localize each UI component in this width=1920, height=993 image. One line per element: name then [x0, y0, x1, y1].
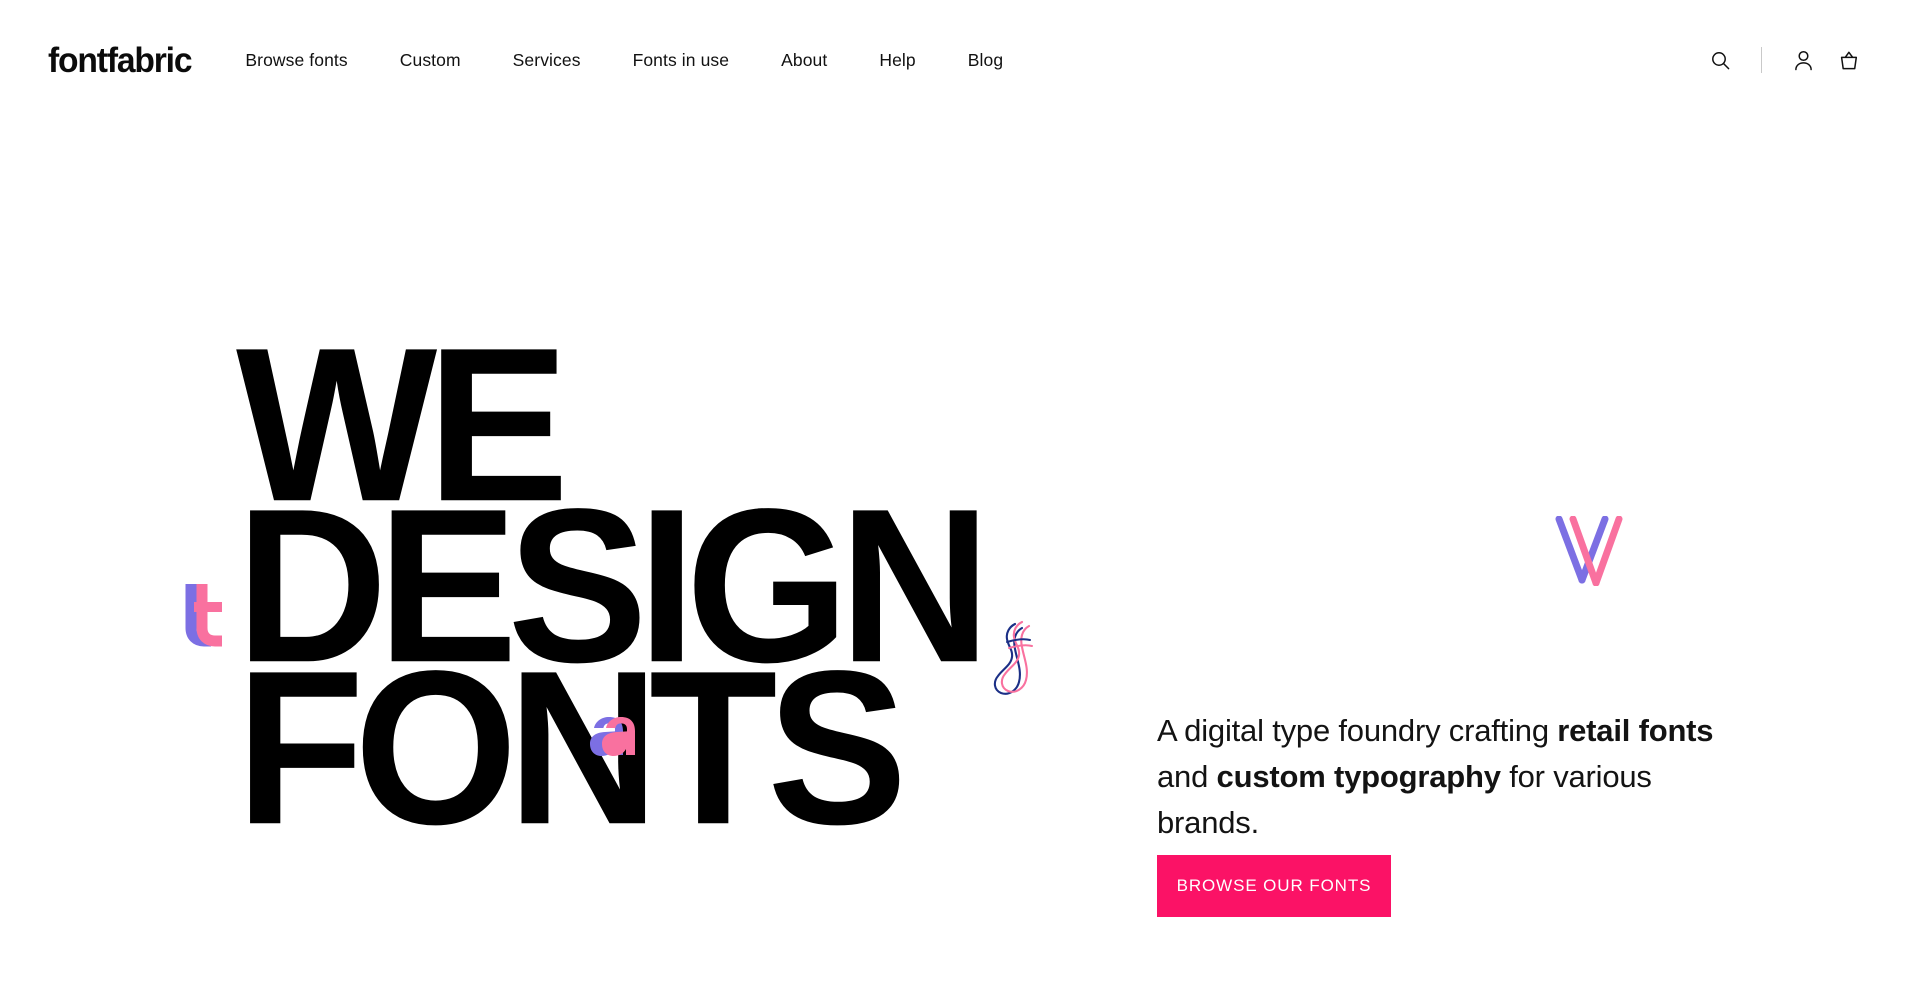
primary-navigation: Browse fonts Custom Services Fonts in us… [245, 50, 1003, 71]
lede-part-2: and [1157, 758, 1217, 794]
headline-line-3: FONTS [236, 624, 907, 870]
lede-part-1: A digital type foundry crafting [1157, 713, 1558, 748]
nav-item-blog[interactable]: Blog [968, 50, 1003, 71]
nav-item-custom[interactable]: Custom [400, 50, 461, 71]
hero-headline: WE DESIGN FONTS [236, 314, 991, 857]
deco-script-flourish-icon [985, 618, 1041, 708]
nav-item-about[interactable]: About [781, 50, 827, 71]
deco-letter-v-icon [1551, 515, 1635, 587]
nav-item-fonts-in-use[interactable]: Fonts in use [633, 50, 730, 71]
nav-item-help[interactable]: Help [879, 50, 915, 71]
hero-section: WE DESIGN FONTS A digital type foundry c… [0, 120, 1920, 993]
search-button[interactable] [1697, 37, 1743, 83]
account-button[interactable] [1780, 37, 1826, 83]
shopping-basket-icon [1839, 50, 1859, 71]
deco-letter-t-icon [184, 582, 230, 648]
browse-our-fonts-button[interactable]: BROWSE OUR FONTS [1157, 855, 1391, 917]
header-actions [1697, 37, 1872, 83]
cart-button[interactable] [1826, 37, 1872, 83]
header-divider [1761, 47, 1762, 73]
site-header: fontfabric Browse fonts Custom Services … [0, 0, 1920, 120]
site-logo[interactable]: fontfabric [48, 43, 193, 78]
search-icon [1711, 51, 1730, 70]
nav-item-services[interactable]: Services [513, 50, 581, 71]
lede-bold-custom-typography: custom typography [1216, 758, 1501, 794]
nav-item-browse-fonts[interactable]: Browse fonts [245, 50, 347, 71]
lede-bold-retail-fonts: retail fonts [1557, 713, 1714, 748]
user-account-icon [1794, 50, 1813, 71]
hero-lede: A digital type foundry crafting retail f… [1157, 708, 1757, 846]
